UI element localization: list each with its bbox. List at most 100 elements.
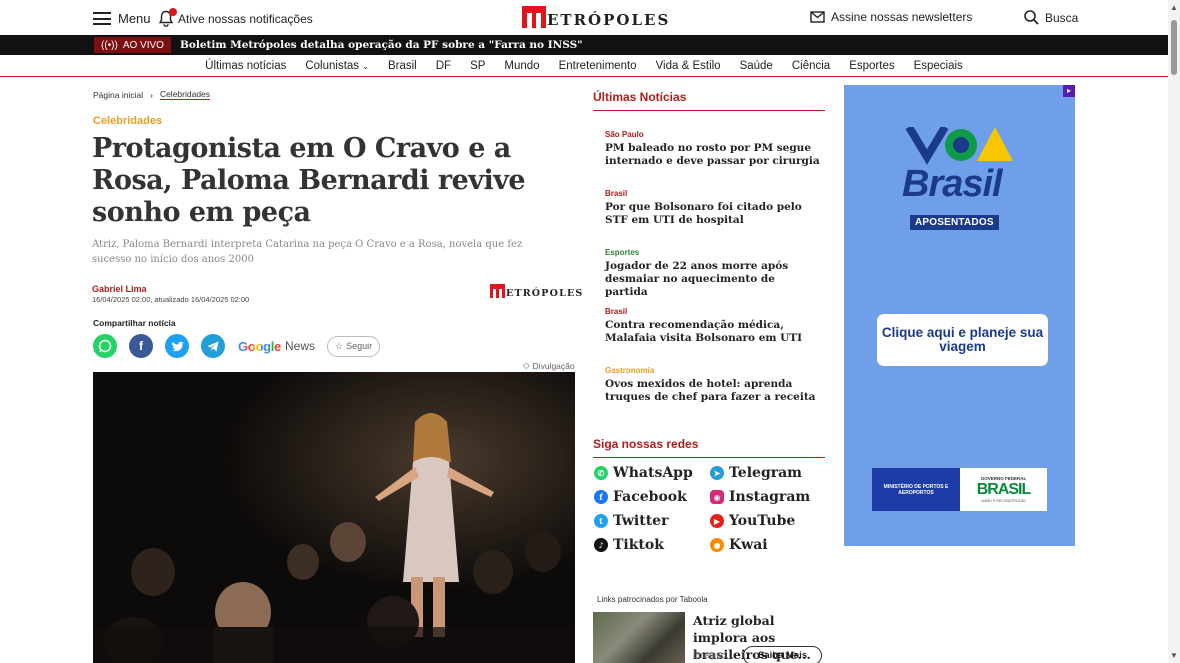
- youtube-icon: ▶: [710, 514, 724, 528]
- gov-brasil-logo: GOVERNO FEDERAL BRASIL UNIÃO E RECONSTRU…: [960, 468, 1047, 511]
- mail-icon: [810, 11, 825, 23]
- sponsored-thumbnail[interactable]: [593, 612, 685, 663]
- photo-credit: ◇ Divulgação: [523, 360, 575, 371]
- site-logo[interactable]: ETRÓPOLES: [522, 6, 670, 28]
- nav-item-especiais[interactable]: Especiais: [904, 60, 972, 72]
- search-button[interactable]: Busca: [1024, 10, 1078, 25]
- share-twitter-button[interactable]: [165, 334, 189, 358]
- nav-item-vida-estilo[interactable]: Vida & Estilo: [646, 60, 730, 72]
- taboola-label[interactable]: Links patrocinados por Taboola: [597, 595, 708, 604]
- google-news-link[interactable]: Google News: [238, 339, 315, 354]
- social-facebook[interactable]: f Facebook: [594, 489, 710, 505]
- telegram-icon: ➤: [710, 466, 724, 480]
- share-whatsapp-button[interactable]: [93, 334, 117, 358]
- hamburger-icon: [93, 12, 111, 25]
- news-item[interactable]: São Paulo PM baleado no rosto por PM seg…: [605, 130, 820, 168]
- nav-item-df[interactable]: DF: [426, 60, 460, 72]
- news-title[interactable]: PM baleado no rosto por PM segue interna…: [605, 142, 820, 168]
- nav-item-sp[interactable]: SP: [461, 60, 495, 72]
- social-telegram[interactable]: ➤ Telegram: [710, 465, 826, 481]
- news-title[interactable]: Ovos mexidos de hotel: aprenda truques d…: [605, 378, 820, 404]
- whatsapp-icon: [98, 339, 112, 353]
- gov-bottom-text: UNIÃO E RECONSTRUÇÃO: [980, 499, 1027, 503]
- news-tag[interactable]: Brasil: [605, 189, 820, 198]
- search-icon: [1024, 10, 1039, 25]
- google-logo: Google: [238, 339, 281, 354]
- share-buttons: f Google News ☆ Seguir: [93, 334, 381, 358]
- news-tag[interactable]: São Paulo: [605, 130, 820, 139]
- breadcrumb-home[interactable]: Página inicial: [93, 90, 143, 100]
- facebook-icon: f: [139, 339, 143, 353]
- source-logo-text: ETRÓPOLES: [506, 287, 584, 299]
- article-author[interactable]: Gabriel Lima: [92, 284, 147, 294]
- ad-choices-icon[interactable]: ▸: [1063, 85, 1075, 97]
- latest-news-title[interactable]: Últimas Notícias: [593, 90, 825, 111]
- scrollbar-thumb[interactable]: [1171, 20, 1177, 75]
- news-item[interactable]: Gastronomia Ovos mexidos de hotel: apren…: [605, 366, 820, 404]
- kwai-icon: ●: [710, 538, 724, 552]
- ministry-logo: MINISTÉRIO DE PORTOS E AEROPORTOS: [872, 468, 960, 511]
- news-title[interactable]: Por que Bolsonaro foi citado pelo STF em…: [605, 201, 820, 227]
- nav-item-saude[interactable]: Saúde: [730, 60, 782, 72]
- share-label: Compartilhar notícia: [93, 318, 176, 328]
- google-news-label: News: [284, 339, 315, 353]
- menu-button[interactable]: Menu: [93, 11, 151, 26]
- chevron-down-icon: ⌄: [362, 61, 369, 71]
- social-kwai[interactable]: ● Kwai: [710, 537, 826, 553]
- nav-item-ciencia[interactable]: Ciência: [782, 60, 839, 72]
- saiba-mais-button[interactable]: Saiba Mais: [743, 646, 823, 663]
- nav-item-mundo[interactable]: Mundo: [495, 60, 549, 72]
- notification-dot: [169, 8, 177, 16]
- news-item[interactable]: Brasil Por que Bolsonaro foi citado pelo…: [605, 189, 820, 227]
- scroll-down-arrow-icon[interactable]: ▼: [1170, 651, 1178, 660]
- search-label: Busca: [1045, 10, 1079, 25]
- social-whatsapp[interactable]: ✆ WhatsApp: [594, 465, 710, 481]
- breadcrumb-current[interactable]: Celebridades: [159, 89, 211, 100]
- scroll-up-arrow-icon[interactable]: ▲: [1170, 3, 1178, 12]
- live-headline[interactable]: Boletim Metrópoles detalha operação da P…: [180, 39, 583, 51]
- article-subtitle: Atriz, Paloma Bernardi interpreta Catari…: [92, 239, 523, 265]
- main-nav: Últimas notícias Colunistas ⌄ Brasil DF …: [0, 55, 1168, 77]
- ad-cta-button[interactable]: Clique aqui e planeje sua viagem: [877, 314, 1048, 366]
- article-photo[interactable]: [93, 372, 575, 663]
- news-title[interactable]: Jogador de 22 anos morre após desmaiar n…: [605, 260, 820, 299]
- social-twitter[interactable]: t Twitter: [594, 513, 710, 529]
- page-scrollbar[interactable]: ▲ ▼: [1168, 0, 1180, 663]
- nav-item-colunistas-label: Colunistas: [305, 59, 360, 72]
- notifications-button[interactable]: Ative nossas notificações: [158, 8, 313, 27]
- nav-item-esportes[interactable]: Esportes: [840, 60, 904, 72]
- social-label: Kwai: [729, 537, 768, 553]
- news-tag[interactable]: Esportes: [605, 248, 820, 257]
- whatsapp-icon: ✆: [594, 466, 608, 480]
- social-instagram[interactable]: ◉ Instagram: [710, 489, 826, 505]
- menu-label: Menu: [118, 11, 151, 26]
- follow-label: Seguir: [346, 341, 373, 351]
- gov-logos: MINISTÉRIO DE PORTOS E AEROPORTOS GOVERN…: [872, 468, 1047, 511]
- social-youtube[interactable]: ▶ YouTube: [710, 513, 826, 529]
- follow-button[interactable]: ☆ Seguir: [327, 335, 381, 357]
- article-category[interactable]: Celebridades: [93, 115, 162, 127]
- bell-icon: [158, 8, 177, 27]
- nav-item-brasil[interactable]: Brasil: [378, 60, 426, 72]
- ad-brand-text: Brasil: [902, 163, 1003, 205]
- top-header: Menu Ative nossas notificações ETRÓPOLES…: [0, 0, 1168, 35]
- news-title[interactable]: Contra recomendação médica, Malafaia vis…: [605, 319, 820, 345]
- social-tiktok[interactable]: ♪ Tiktok: [594, 537, 710, 553]
- advertisement-banner[interactable]: ▸ Brasil APOSENTADOS Clique aqui e plane…: [844, 85, 1075, 546]
- live-badge-label: AO VIVO: [122, 39, 164, 51]
- news-tag[interactable]: Gastronomia: [605, 366, 820, 375]
- social-label: Instagram: [729, 489, 811, 505]
- nav-item-entretenimento[interactable]: Entretenimento: [549, 60, 646, 72]
- share-facebook-button[interactable]: f: [129, 334, 153, 358]
- news-item[interactable]: Brasil Contra recomendação médica, Malaf…: [605, 307, 820, 345]
- live-bar[interactable]: ((•)) AO VIVO Boletim Metrópoles detalha…: [0, 35, 1168, 55]
- nav-item-colunistas[interactable]: Colunistas ⌄: [296, 60, 379, 72]
- news-item[interactable]: Esportes Jogador de 22 anos morre após d…: [605, 248, 820, 299]
- nav-item-ultimas[interactable]: Últimas notícias: [196, 60, 296, 72]
- facebook-icon: f: [594, 490, 608, 504]
- newsletter-button[interactable]: Assine nossas newsletters: [810, 10, 972, 24]
- news-tag[interactable]: Brasil: [605, 307, 820, 316]
- social-links: ✆ WhatsApp ➤ Telegram f Facebook ◉ Instagram…: [594, 465, 826, 553]
- share-telegram-button[interactable]: [201, 334, 225, 358]
- live-icon: ((•)): [101, 39, 118, 51]
